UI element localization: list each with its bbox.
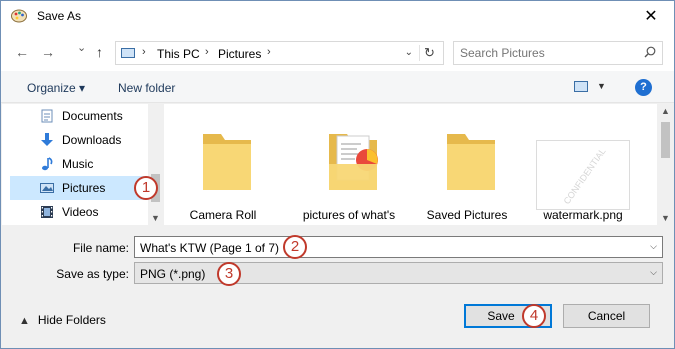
file-name: watermark.png	[543, 208, 623, 222]
back-button[interactable]: ←	[15, 45, 29, 59]
folder-icon	[203, 134, 251, 190]
annotation-badge-1: 1	[134, 176, 158, 200]
image-thumbnail-icon: CONFIDENTIAL	[536, 140, 630, 210]
recent-locations-button[interactable]: ⌄	[77, 41, 86, 55]
address-dropdown-icon[interactable]: ⌄	[405, 47, 413, 58]
scroll-down-icon[interactable]: ▼	[661, 213, 670, 223]
save-as-type-label: Save as type:	[56, 267, 129, 281]
folder-icon	[447, 134, 495, 190]
save-as-type-select[interactable]: PNG (*.png) ⌵	[134, 262, 663, 284]
window-title: Save As	[37, 9, 82, 23]
scroll-down-icon[interactable]: ▼	[151, 213, 160, 223]
scroll-up-icon[interactable]: ▲	[661, 106, 670, 116]
chevron-up-icon: ▲	[19, 315, 30, 327]
breadcrumb-separator[interactable]: ›	[142, 46, 146, 58]
navigation-pane: Documents Downloads Music Pictures Video…	[2, 104, 163, 225]
cancel-button-label: Cancel	[587, 309, 626, 323]
music-icon	[42, 157, 53, 171]
hide-folders-button[interactable]: ▲ Hide Folders	[19, 313, 106, 327]
downloads-icon	[41, 133, 53, 146]
title-bar: Save As ✕	[1, 1, 674, 31]
refresh-button[interactable]: ↻	[419, 45, 439, 61]
save-button-label: Save	[487, 309, 515, 323]
file-name: pictures of what's	[302, 208, 396, 222]
sidebar-item-label: Videos	[62, 205, 99, 219]
annotation-badge-4: 4	[522, 304, 546, 328]
file-name: Saved Pictures	[426, 208, 508, 222]
file-name: Camera Roll	[189, 208, 257, 222]
this-pc-icon	[121, 48, 135, 58]
address-bar[interactable]: › This PC › Pictures › ⌄ ↻	[115, 41, 444, 65]
file-name-label: File name:	[72, 241, 129, 255]
navigation-scrollbar[interactable]: ▼	[148, 104, 163, 225]
search-icon	[644, 46, 656, 58]
save-as-type-value: PNG (*.png)	[140, 267, 206, 281]
sidebar-item-label: Documents	[62, 109, 123, 123]
file-list: Camera Roll pictures of what's Saved Pic…	[164, 104, 674, 225]
search-input[interactable]	[460, 45, 630, 61]
paint-app-icon	[11, 9, 27, 23]
content-scrollbar[interactable]: ▲ ▼	[657, 104, 674, 225]
sidebar-item-pictures[interactable]: Pictures	[10, 176, 148, 200]
sidebar-item-label: Music	[62, 157, 94, 171]
close-icon: ✕	[644, 8, 658, 25]
view-dropdown-icon[interactable]: ▼	[597, 81, 606, 91]
up-button[interactable]: ↑	[96, 45, 103, 59]
annotation-badge-3: 3	[217, 262, 241, 286]
help-button[interactable]: ?	[635, 79, 652, 96]
save-as-dialog: Save As ✕ ← → ⌄ ↑ › This PC › Pictures ›…	[0, 0, 675, 349]
folder-with-documents-icon	[329, 134, 378, 190]
sidebar-item-music[interactable]: Music	[10, 152, 148, 176]
chevron-down-icon[interactable]: ⌵	[650, 241, 657, 252]
sidebar-item-documents[interactable]: Documents	[10, 104, 148, 128]
sidebar-item-videos[interactable]: Videos	[10, 200, 148, 224]
command-bar: Organize ▾ New folder ▼ ?	[1, 71, 674, 103]
forward-button[interactable]: →	[41, 45, 55, 59]
videos-icon	[41, 206, 53, 218]
file-item-camera-roll[interactable]: Camera Roll	[168, 114, 278, 224]
breadcrumb-separator[interactable]: ›	[205, 46, 209, 58]
sidebar-item-label: Pictures	[62, 181, 106, 195]
close-button[interactable]: ✕	[628, 1, 674, 31]
annotation-badge-2: 2	[283, 235, 307, 259]
file-name-input[interactable]	[140, 240, 630, 255]
file-item-watermark-png[interactable]: CONFIDENTIAL watermark.png	[528, 114, 638, 224]
file-name-field[interactable]: ⌵	[134, 236, 663, 258]
chevron-down-icon[interactable]: ⌵	[650, 267, 657, 278]
cancel-button[interactable]: Cancel	[563, 304, 650, 328]
file-item-pictures-of-whats[interactable]: pictures of what's	[294, 114, 404, 224]
organize-menu[interactable]: Organize ▾	[27, 81, 85, 95]
sidebar-item-downloads[interactable]: Downloads	[10, 128, 148, 152]
breadcrumb-this-pc[interactable]: This PC	[157, 47, 200, 61]
scrollbar-thumb[interactable]	[661, 122, 670, 158]
view-options-icon[interactable]	[574, 81, 588, 92]
hide-folders-label: Hide Folders	[37, 313, 106, 327]
documents-icon	[41, 109, 53, 123]
breadcrumb-separator[interactable]: ›	[267, 46, 271, 58]
file-item-saved-pictures[interactable]: Saved Pictures	[412, 114, 522, 224]
sidebar-item-label: Downloads	[62, 133, 122, 147]
new-folder-button[interactable]: New folder	[118, 81, 175, 95]
search-box[interactable]	[453, 41, 663, 65]
breadcrumb-pictures[interactable]: Pictures	[218, 47, 261, 61]
pictures-icon	[40, 183, 54, 193]
address-row: ← → ⌄ ↑ › This PC › Pictures › ⌄ ↻	[1, 31, 674, 71]
